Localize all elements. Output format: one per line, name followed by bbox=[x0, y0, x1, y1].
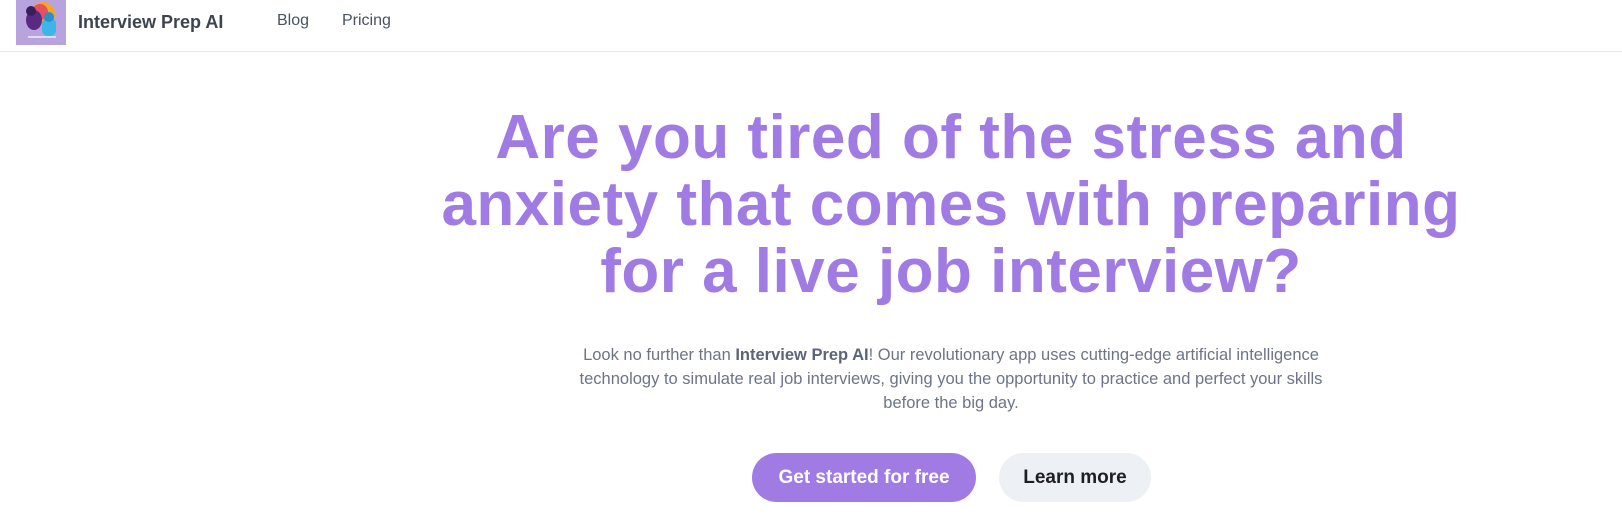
get-started-button[interactable]: Get started for free bbox=[752, 453, 976, 502]
hero-subtitle: Look no further than Interview Prep AI! … bbox=[555, 343, 1347, 415]
nav-link-pricing[interactable]: Pricing bbox=[342, 10, 391, 32]
hero-title-line-3: for a live job interview? bbox=[600, 237, 1302, 306]
logo-icon bbox=[16, 0, 66, 45]
hero-title-line-1: Are you tired of the stress and bbox=[495, 103, 1407, 172]
brand-name[interactable]: Interview Prep AI bbox=[78, 10, 223, 34]
hero-subtitle-prefix: Look no further than bbox=[583, 346, 736, 364]
nav-link-blog[interactable]: Blog bbox=[277, 10, 309, 32]
learn-more-button[interactable]: Learn more bbox=[999, 453, 1151, 502]
top-navbar: Interview Prep AI Blog Pricing bbox=[0, 0, 1622, 52]
brand-logo[interactable] bbox=[16, 0, 66, 45]
hero-subtitle-brand: Interview Prep AI bbox=[735, 346, 869, 364]
hero-title: Are you tired of the stress and anxiety … bbox=[420, 104, 1482, 305]
hero-title-line-2: anxiety that comes with preparing bbox=[441, 170, 1461, 239]
